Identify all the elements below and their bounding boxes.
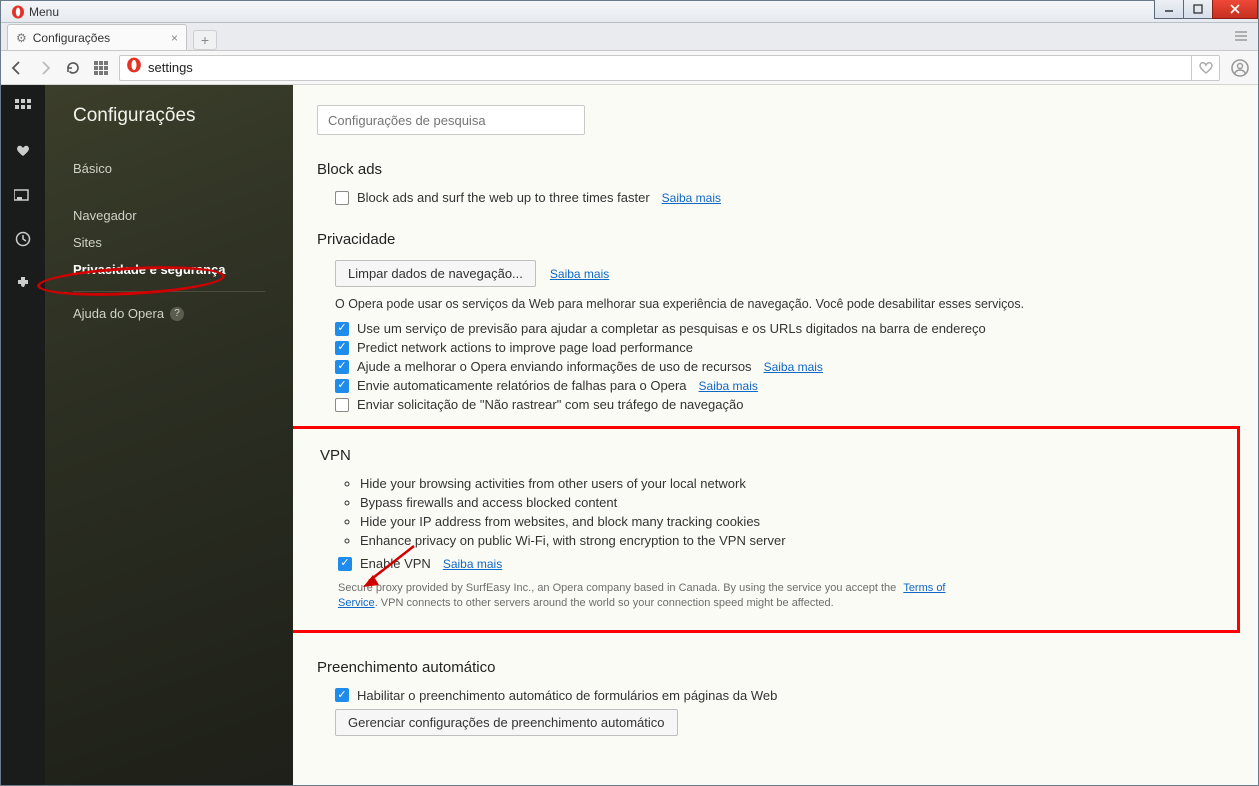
close-button[interactable] — [1212, 0, 1258, 19]
label-prediction-service: Use um serviço de previsão para ajudar a… — [357, 321, 986, 336]
privacy-description: O Opera pode usar os serviços da Web par… — [335, 297, 1234, 311]
label-block-ads: Block ads and surf the web up to three t… — [357, 190, 650, 205]
settings-main[interactable]: Block ads Block ads and surf the web up … — [293, 85, 1258, 785]
address-field-wrap — [119, 55, 1220, 81]
label-dnt: Enviar solicitação de "Não rastrear" com… — [357, 397, 743, 412]
sidebar-divider — [73, 291, 265, 292]
titlebar: Menu — [1, 1, 1258, 23]
settings-sidebar: Configurações Básico Navegador Sites Pri… — [45, 85, 293, 785]
sidebar-item-privacy[interactable]: Privacidade e segurança — [73, 256, 293, 283]
opera-icon — [126, 57, 142, 78]
tab-settings[interactable]: ⚙ Configurações × — [7, 24, 187, 50]
rail-history[interactable] — [13, 229, 33, 249]
search-settings-input[interactable] — [317, 105, 585, 135]
opera-icon — [11, 5, 25, 19]
vpn-bullet-1: Hide your browsing activities from other… — [360, 476, 1213, 491]
menu-label: Menu — [29, 5, 59, 19]
vpn-bullet-4: Enhance privacy on public Wi-Fi, with st… — [360, 533, 1213, 548]
vpn-bullet-list: Hide your browsing activities from other… — [360, 476, 1213, 548]
tab-strip: ⚙ Configurações × + — [1, 23, 1258, 51]
app-menu-button[interactable]: Menu — [5, 5, 65, 19]
rail-news[interactable] — [13, 185, 33, 205]
label-predict-network: Predict network actions to improve page … — [357, 340, 693, 355]
forward-button[interactable] — [35, 58, 55, 78]
sidebar-title: Configurações — [73, 105, 293, 127]
link-block-ads-learn[interactable]: Saiba mais — [662, 191, 721, 205]
sidebar-item-browser[interactable]: Navegador — [73, 202, 293, 229]
section-autofill-heading: Preenchimento automático — [317, 659, 1234, 676]
checkbox-dnt[interactable] — [335, 398, 349, 412]
link-clear-learn[interactable]: Saiba mais — [550, 267, 609, 281]
sidebar-item-help[interactable]: Ajuda do Opera ? — [73, 300, 293, 327]
browser-window: Menu ⚙ Configurações × + — [0, 0, 1259, 786]
sidebar-item-sites[interactable]: Sites — [73, 229, 293, 256]
tab-close-button[interactable]: × — [171, 31, 178, 45]
section-block-ads-heading: Block ads — [317, 161, 1234, 178]
content-area: Configurações Básico Navegador Sites Pri… — [1, 85, 1258, 785]
help-label: Ajuda do Opera — [73, 306, 164, 321]
address-input[interactable] — [148, 56, 1191, 80]
checkbox-usage-info[interactable] — [335, 360, 349, 374]
label-autofill: Habilitar o preenchimento automático de … — [357, 688, 777, 703]
reload-button[interactable] — [63, 58, 83, 78]
section-privacy-heading: Privacidade — [317, 231, 1234, 248]
checkbox-prediction-service[interactable] — [335, 322, 349, 336]
speed-dial-button[interactable] — [91, 58, 111, 78]
link-vpn-learn[interactable]: Saiba mais — [443, 557, 502, 571]
new-tab-button[interactable]: + — [193, 30, 217, 50]
checkbox-enable-vpn[interactable] — [338, 557, 352, 571]
window-buttons — [1155, 0, 1258, 19]
checkbox-predict-network[interactable] — [335, 341, 349, 355]
checkbox-block-ads[interactable] — [335, 191, 349, 205]
address-bar — [1, 51, 1258, 85]
link-usage-learn[interactable]: Saiba mais — [764, 360, 823, 374]
manage-autofill-button[interactable]: Gerenciar configurações de preenchimento… — [335, 709, 678, 736]
back-button[interactable] — [7, 58, 27, 78]
checkbox-autofill[interactable] — [335, 688, 349, 702]
section-vpn-heading: VPN — [320, 447, 1213, 464]
vpn-bullet-2: Bypass firewalls and access blocked cont… — [360, 495, 1213, 510]
help-icon: ? — [170, 307, 184, 321]
minimize-button[interactable] — [1154, 0, 1184, 19]
rail-speed-dial[interactable] — [13, 97, 33, 117]
label-usage-info: Ajude a melhorar o Opera enviando inform… — [357, 359, 752, 374]
rail-bookmarks[interactable] — [13, 141, 33, 161]
profile-button[interactable] — [1228, 56, 1252, 80]
bookmark-button[interactable] — [1191, 56, 1219, 80]
label-crash-report: Envie automaticamente relatórios de falh… — [357, 378, 687, 393]
tab-title: Configurações — [33, 31, 110, 45]
annotation-vpn-box: VPN Hide your browsing activities from o… — [293, 426, 1240, 633]
rail-extensions[interactable] — [13, 273, 33, 293]
maximize-button[interactable] — [1183, 0, 1213, 19]
clear-browsing-data-button[interactable]: Limpar dados de navegação... — [335, 260, 536, 287]
sidebar-item-basic[interactable]: Básico — [73, 155, 293, 182]
checkbox-crash-report[interactable] — [335, 379, 349, 393]
link-crash-learn[interactable]: Saiba mais — [699, 379, 758, 393]
tab-menu-button[interactable] — [1232, 27, 1250, 45]
gear-icon: ⚙ — [16, 31, 27, 45]
vpn-bullet-3: Hide your IP address from websites, and … — [360, 514, 1213, 529]
icon-rail — [1, 85, 45, 785]
vpn-fineprint: Secure proxy provided by SurfEasy Inc., … — [338, 581, 958, 612]
label-enable-vpn: Enable VPN — [360, 556, 431, 571]
